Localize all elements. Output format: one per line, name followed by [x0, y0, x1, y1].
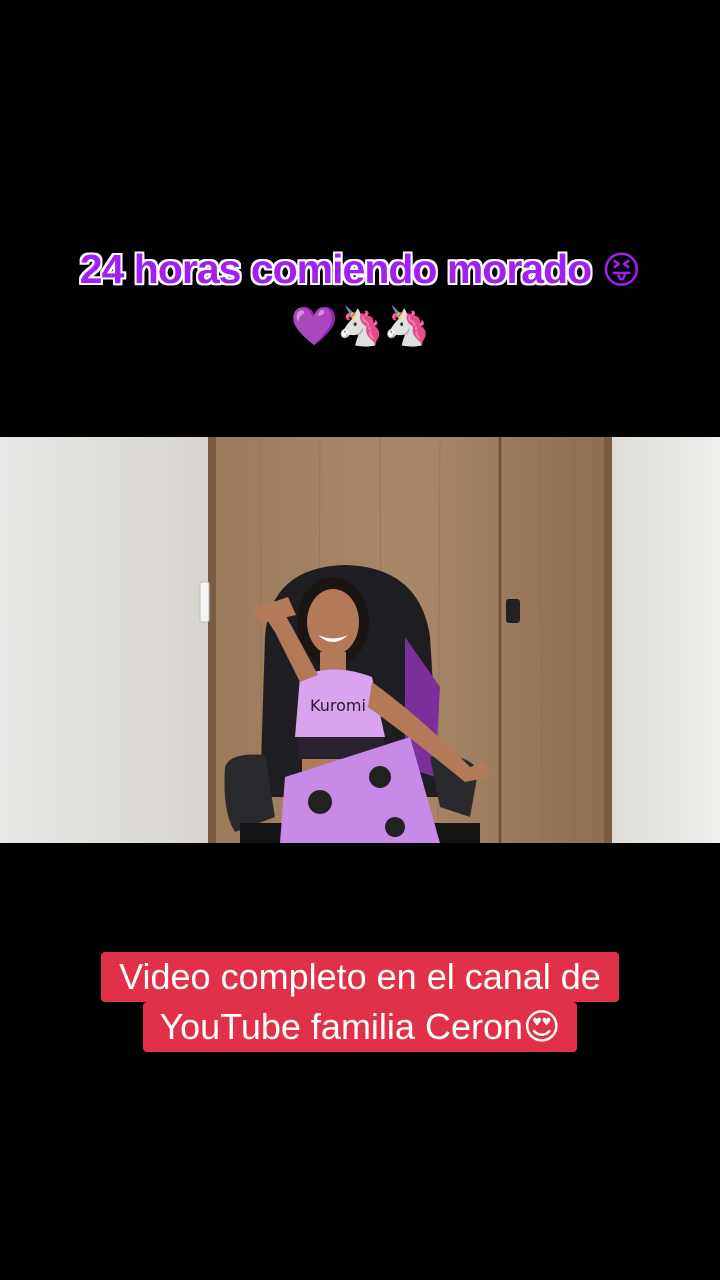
squinting-tongue-emoji-icon: 😝: [601, 250, 642, 292]
bottom-caption-line1: Video completo en el canal de: [101, 952, 619, 1002]
video-frame[interactable]: Kuromi: [0, 437, 720, 843]
top-caption-line1: 24 horas comiendo morado 😝: [0, 242, 720, 298]
heart-eyes-emoji-icon: 😍: [523, 1006, 561, 1047]
bottom-caption-line2-text: YouTube familia Ceron: [159, 1006, 524, 1047]
left-wall: [0, 437, 215, 843]
bottom-caption: Video completo en el canal de YouTube fa…: [0, 952, 720, 1052]
top-caption: 24 horas comiendo morado 😝 💜🦄🦄: [0, 242, 720, 354]
bottom-caption-line2: YouTube familia Ceron😍: [143, 1002, 577, 1052]
door-handle: [506, 599, 520, 623]
right-wall: [610, 437, 720, 843]
top-caption-line2: 💜🦄🦄: [0, 298, 720, 354]
face: [307, 589, 359, 655]
shirt-text: Kuromi: [310, 696, 366, 715]
video-scene: Kuromi: [0, 437, 720, 843]
top-caption-text: 24 horas comiendo morado: [79, 246, 592, 292]
heart-unicorn-emoji-icon: 💜🦄🦄: [290, 306, 431, 348]
